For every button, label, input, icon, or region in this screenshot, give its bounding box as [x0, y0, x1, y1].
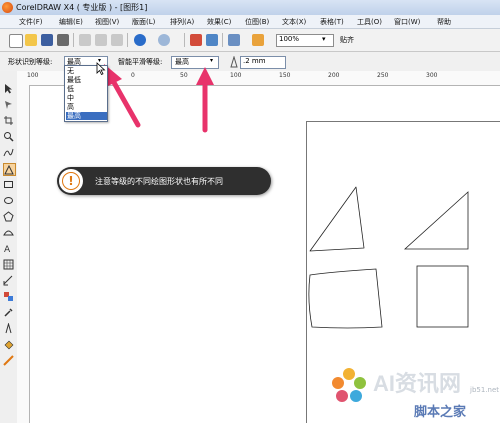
menu-bar: 文件(F) 编辑(E) 视图(V) 版面(L) 排列(A) 效果(C) 位图(B… [0, 15, 500, 29]
drawn-shapes[interactable] [306, 180, 476, 335]
callout-text: 注意等级的不同绘图形状也有所不同 [95, 177, 223, 186]
ruler-label: 200 [328, 72, 340, 79]
dimension-tool-icon[interactable] [3, 275, 14, 286]
chevron-down-icon[interactable]: ▾ [210, 57, 213, 64]
outline-width-value: .2 mm [243, 57, 266, 65]
copy-icon[interactable] [95, 34, 107, 46]
ruler-label: 0 [131, 72, 135, 79]
dropdown-option-high[interactable]: 高 [66, 103, 107, 111]
dropdown-option-lowest[interactable]: 最低 [66, 76, 107, 84]
outline-tool-icon[interactable] [3, 323, 14, 334]
menu-effects[interactable]: 效果(C) [207, 17, 231, 27]
menu-table[interactable]: 表格(T) [320, 17, 344, 27]
ruler-label: 100 [27, 72, 39, 79]
menu-view[interactable]: 视图(V) [95, 17, 119, 27]
watermark-site-name: 脚本之家 [414, 405, 467, 420]
menu-arrange[interactable]: 排列(A) [170, 17, 194, 27]
toolbar-divider [184, 33, 185, 47]
polygon-tool-icon[interactable] [3, 211, 14, 222]
table-tool-icon[interactable] [3, 259, 14, 270]
redo-icon[interactable] [158, 34, 170, 46]
save-icon[interactable] [41, 34, 53, 46]
toolbar-divider [222, 33, 223, 47]
smart-smoothing-value: 最高 [175, 58, 189, 66]
rectangle-tool-icon[interactable] [3, 179, 14, 190]
freehand-square-shape [308, 268, 383, 329]
basic-shapes-tool-icon[interactable] [3, 227, 14, 238]
welcome-screen-icon[interactable] [252, 34, 264, 46]
toolbox: A [0, 71, 18, 423]
outline-pen-icon [230, 56, 238, 68]
dropdown-option-highest[interactable]: 最高 [66, 112, 107, 120]
ellipse-tool-icon[interactable] [3, 195, 14, 206]
new-document-icon[interactable] [9, 34, 23, 48]
ruler-label: 300 [426, 72, 438, 79]
svg-text:A: A [4, 245, 11, 254]
blend-tool-icon[interactable] [3, 291, 14, 302]
shape-tool-icon[interactable] [3, 99, 14, 110]
chevron-down-icon[interactable]: ▾ [322, 35, 326, 43]
menu-file[interactable]: 文件(F) [19, 17, 43, 27]
export-icon[interactable] [206, 34, 218, 46]
menu-edit[interactable]: 编辑(E) [59, 17, 83, 27]
text-tool-icon[interactable]: A [3, 243, 14, 254]
fill-tool-icon[interactable] [3, 339, 14, 350]
menu-tools[interactable]: 工具(O) [357, 17, 382, 27]
application-launcher-icon[interactable] [228, 34, 240, 46]
eyedropper-tool-icon[interactable] [3, 307, 14, 318]
pick-tool-icon[interactable] [3, 83, 14, 94]
zoom-level-value: 100% [279, 35, 300, 43]
menu-bitmaps[interactable]: 位图(B) [245, 17, 269, 27]
ruler-label: 150 [279, 72, 291, 79]
menu-help[interactable]: 帮助 [437, 17, 451, 27]
smart-smoothing-label: 智能平滑等级: [118, 58, 163, 66]
mouse-cursor-icon [96, 62, 106, 76]
menu-layout[interactable]: 版面(L) [132, 17, 155, 27]
standard-toolbar [0, 29, 500, 52]
menu-window[interactable]: 窗口(W) [394, 17, 420, 27]
toolbar-divider [127, 33, 128, 47]
watermark-logo-icon [332, 368, 366, 402]
ruler-label: 250 [377, 72, 389, 79]
ruler-label: 50 [180, 72, 188, 79]
open-folder-icon[interactable] [25, 34, 37, 46]
coreldraw-logo-icon [2, 2, 13, 13]
window-title: CorelDRAW X4 ( 专业版 ) - [图形1] [16, 3, 148, 12]
zoom-tool-icon[interactable] [3, 131, 14, 142]
toolbar-divider [73, 33, 74, 47]
import-icon[interactable] [190, 34, 202, 46]
smart-drawing-tool-icon[interactable] [3, 163, 16, 176]
ruler-label: 100 [230, 72, 242, 79]
interactive-fill-tool-icon[interactable] [3, 355, 14, 366]
print-icon[interactable] [57, 34, 69, 46]
menu-text[interactable]: 文本(X) [282, 17, 306, 27]
dropdown-option-low[interactable]: 低 [66, 85, 107, 93]
watermark-text: AI资讯网 [373, 371, 462, 396]
exclamation-icon: ! [62, 172, 80, 190]
shape-recognition-label: 形状识别等级: [8, 58, 53, 66]
recognized-square-shape [416, 265, 469, 328]
cut-icon[interactable] [79, 34, 91, 46]
freehand-tool-icon[interactable] [3, 147, 14, 158]
watermark-subtext: jb51.net [470, 386, 500, 394]
snap-to-menu[interactable]: 贴齐 [340, 35, 354, 45]
recognized-triangle-shape [403, 191, 469, 250]
vertical-ruler[interactable] [17, 85, 30, 423]
dropdown-option-medium[interactable]: 中 [66, 94, 107, 102]
crop-tool-icon[interactable] [3, 115, 14, 126]
freehand-triangle-shape [309, 186, 365, 252]
paste-icon[interactable] [111, 34, 123, 46]
undo-icon[interactable] [134, 34, 146, 46]
